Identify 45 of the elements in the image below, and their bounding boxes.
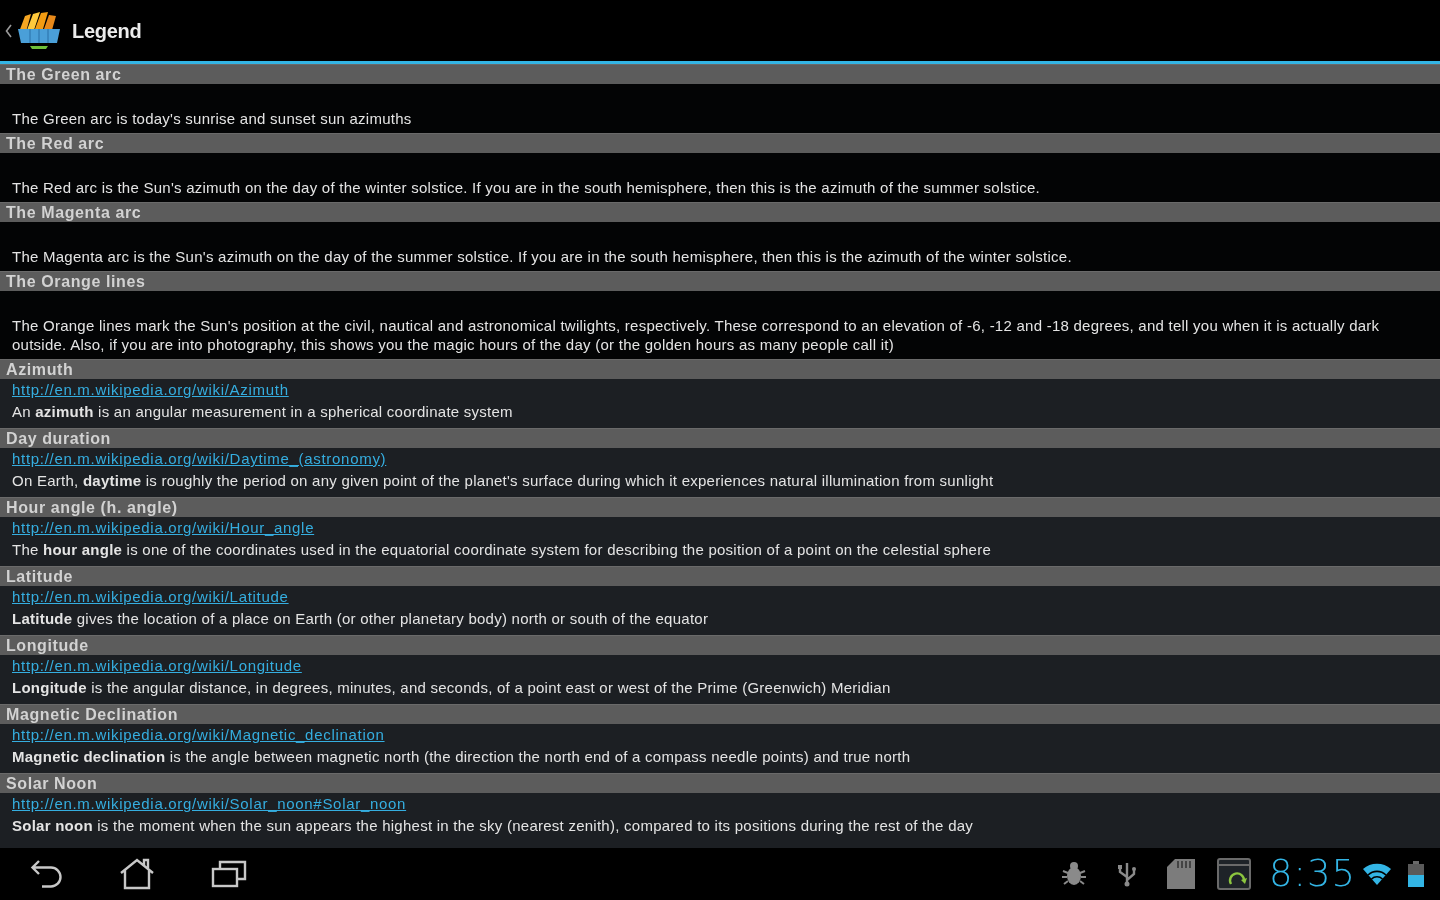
section-text: The Green arc is today's sunrise and sunset sun azimuths [12, 109, 413, 128]
section-text: The Orange lines mark the Sun's position at the civil, nautical and astronomical twilights, respectively. These correspond to an elevation of -6, -12 and -18 degrees, and tell you when it is actually dark outside. Also, if you are into photography, this shows you the magic hours of the day (or the golden hours as many people call it) [12, 316, 1381, 354]
section-heading: Day duration [6, 429, 111, 448]
section-text: The Magenta arc is the Sun's azimuth on the day of the summer solstice. If you are in the south hemisphere, then this is the azimuth of the winter solstice. [12, 247, 1073, 266]
wiki-link[interactable]: http://en.m.wikipedia.org/wiki/Latitude [12, 586, 289, 608]
wiki-link[interactable]: http://en.m.wikipedia.org/wiki/Magnetic_declination [12, 724, 385, 746]
section-heading: Magnetic Declination [6, 705, 179, 724]
definition-text: The hour angle is one of the coordinates used in the equatorial coordinate system for describing the position of a point on the celestial sphere [12, 540, 992, 560]
wiki-link[interactable]: http://en.m.wikipedia.org/wiki/Azimuth [12, 379, 289, 401]
recent-apps-button[interactable] [211, 860, 247, 888]
definition-text: Solar noon is the moment when the sun appears the highest in the sky (nearest zenith), compared to its positions during the rest of the day [12, 816, 974, 836]
home-button[interactable] [119, 858, 155, 890]
section-heading: Longitude [6, 636, 89, 655]
definition-text: An azimuth is an angular measurement in a spherical coordinate system [12, 402, 513, 422]
section-heading: Solar Noon [6, 774, 98, 793]
section-heading: The Green arc [6, 65, 122, 84]
wiki-link[interactable]: http://en.m.wikipedia.org/wiki/Longitude [12, 655, 302, 677]
wiki-link[interactable]: http://en.m.wikipedia.org/wiki/Hour_angle [12, 517, 315, 539]
recent-apps-icon [211, 860, 247, 888]
clock-time: 8:35 [1268, 854, 1356, 894]
caret-left-icon [5, 23, 12, 38]
battery-icon [1408, 861, 1424, 887]
back-button[interactable] [30, 859, 63, 889]
wiki-link[interactable]: http://en.m.wikipedia.org/wiki/Daytime_(astronomy) [12, 448, 387, 470]
app-logo-icon [16, 9, 62, 52]
screenshot-icon [1216, 858, 1251, 890]
definition-text: Longitude is the angular distance, in degrees, minutes, and seconds, of a point east or west of the Prime (Greenwich) Meridian [12, 678, 891, 698]
sd-card-icon [1166, 859, 1195, 889]
definition-text: On Earth, daytime is roughly the period on any given point of the planet's surface during which it experiences natural illumination from sunlight [12, 471, 994, 491]
section-text: The Red arc is the Sun's azimuth on the day of the winter solstice. If you are in the south hemisphere, then this is the azimuth of the summer solstice. [12, 178, 1042, 197]
section-heading: The Orange lines [6, 272, 146, 291]
back-arrow-icon [30, 859, 63, 889]
wiki-link[interactable]: http://en.m.wikipedia.org/wiki/Solar_noon#Solar_noon [12, 793, 407, 815]
screen-title: Legend [72, 18, 142, 44]
section-heading: Latitude [6, 567, 74, 586]
definition-text: Magnetic declination is the angle between magnetic north (the direction the north end of a compass needle points) and true north [12, 747, 911, 767]
section-heading: Azimuth [6, 360, 74, 379]
wifi-icon [1362, 862, 1392, 886]
section-heading: The Magenta arc [6, 203, 142, 222]
usb-icon [1116, 861, 1137, 887]
definition-text: Latitude gives the location of a place on Earth (or other planetary body) north or south of the equator [12, 609, 709, 629]
bug-icon [1060, 861, 1087, 887]
home-icon [119, 858, 155, 890]
section-heading: Hour angle (h. angle) [6, 498, 178, 517]
section-heading: The Red arc [6, 134, 105, 153]
